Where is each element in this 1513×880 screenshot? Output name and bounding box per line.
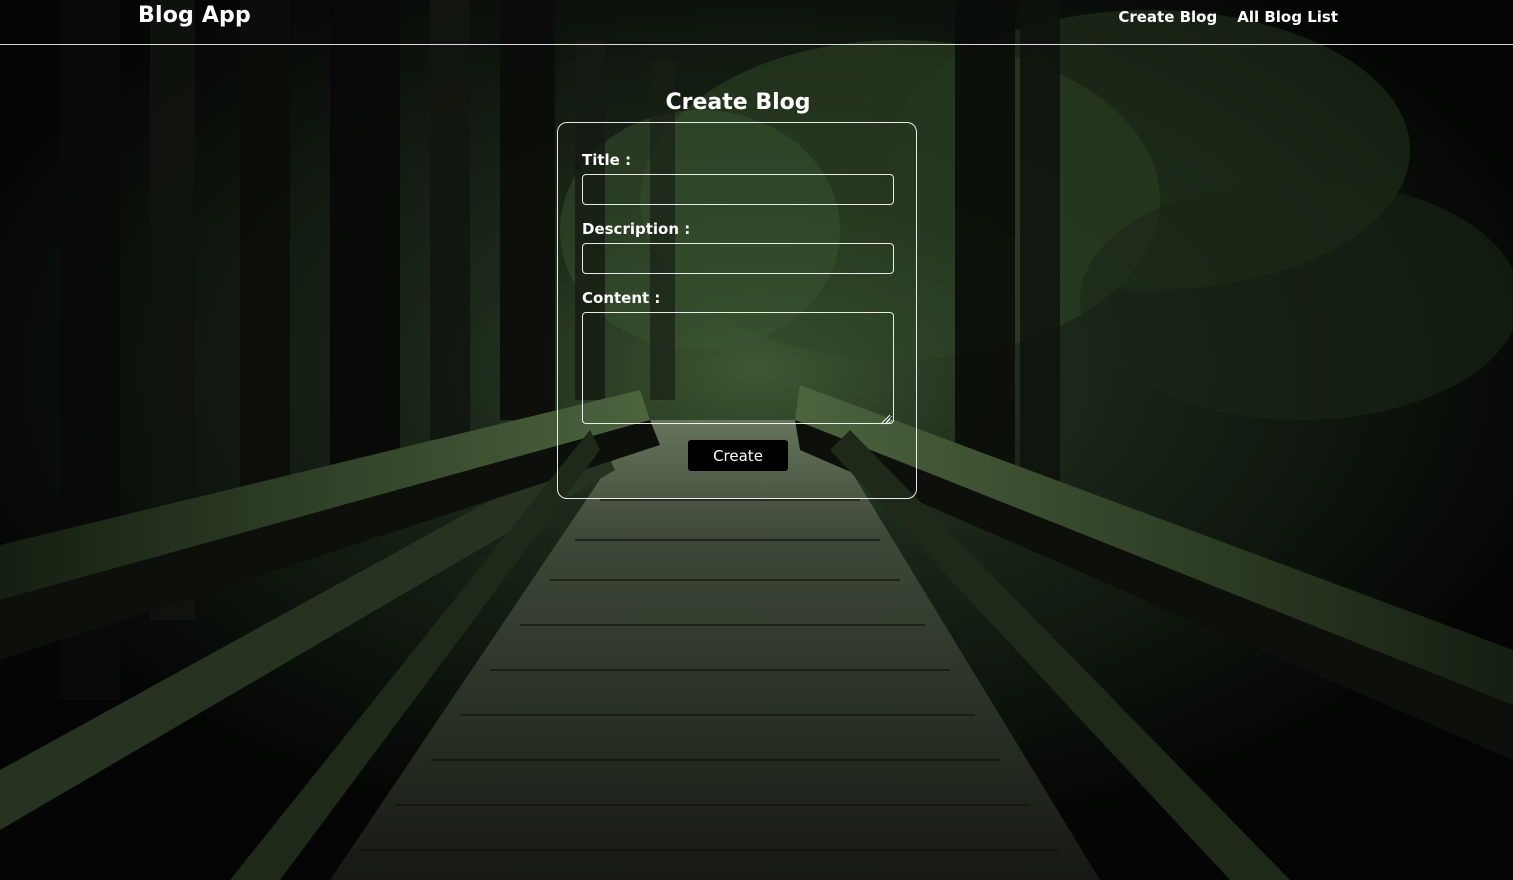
navbar: Blog App Create Blog All Blog List xyxy=(0,0,1513,45)
title-label: Title : xyxy=(582,151,632,169)
create-button[interactable]: Create xyxy=(688,440,788,471)
page-title: Create Blog xyxy=(665,90,811,115)
resize-handle-icon[interactable] xyxy=(879,410,891,425)
description-input[interactable] xyxy=(582,243,894,274)
description-label: Description : xyxy=(582,220,691,238)
nav-link-all-blog-list[interactable]: All Blog List xyxy=(1237,8,1338,26)
brand-logo[interactable]: Blog App xyxy=(138,3,251,28)
content-textarea[interactable] xyxy=(582,312,894,424)
content-label: Content : xyxy=(582,289,661,307)
create-blog-form: Title : Description : Content : Create xyxy=(557,122,917,499)
page: Blog App Create Blog All Blog List Creat… xyxy=(0,0,1513,880)
title-input[interactable] xyxy=(582,174,894,205)
nav-links: Create Blog All Blog List xyxy=(1118,8,1338,26)
nav-link-create-blog[interactable]: Create Blog xyxy=(1118,8,1217,26)
